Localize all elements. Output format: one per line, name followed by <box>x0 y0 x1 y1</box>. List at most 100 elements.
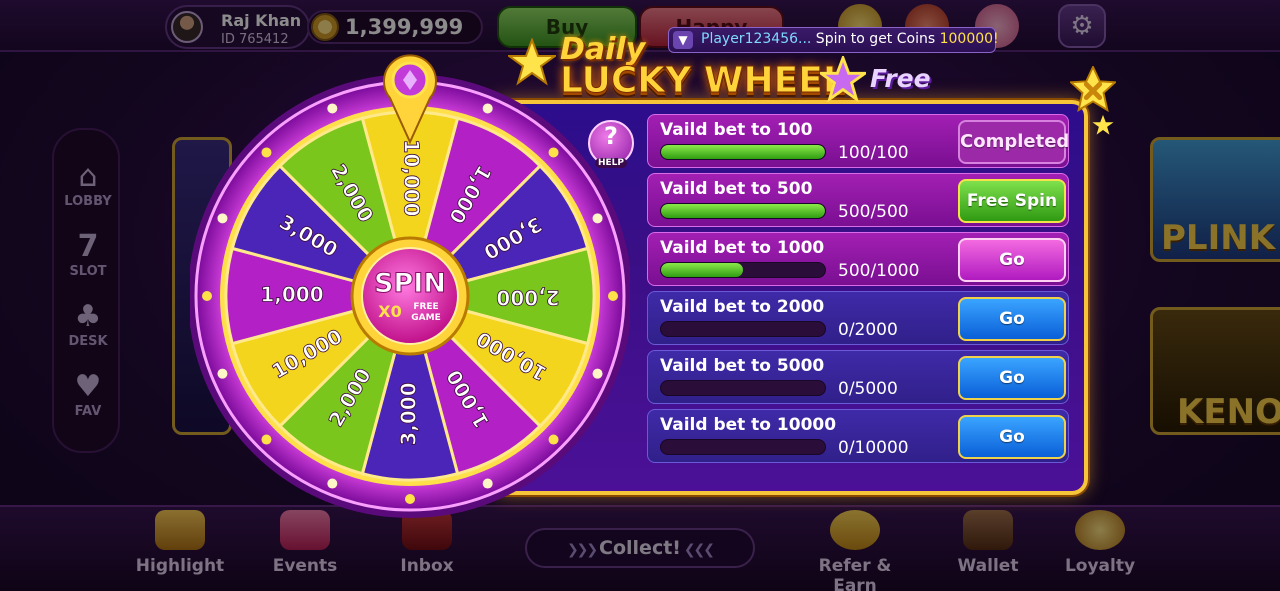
player-profile[interactable]: Raj Khan ID 765412 <box>165 5 310 49</box>
task-label: Vaild bet to 10000 <box>660 415 837 435</box>
bottom-nav-refer[interactable]: Refer & Earn <box>800 510 910 591</box>
sidenav-item-fav[interactable]: ♥ FAV <box>54 369 122 420</box>
task-row: Vaild bet to 2000 0/2000 Go <box>647 291 1069 345</box>
task-label: Vaild bet to 100 <box>660 120 813 140</box>
chevrons-left-icon: ❮❮❮ <box>680 542 715 558</box>
bottom-nav-label: Loyalty <box>1064 556 1136 576</box>
task-label: Vaild bet to 2000 <box>660 297 825 317</box>
wallet-icon <box>963 510 1013 550</box>
task-action-button[interactable]: Free Spin <box>958 179 1066 223</box>
task-action-button[interactable]: Go <box>958 297 1066 341</box>
notification-player: Player123456... <box>701 31 812 47</box>
notification-text: Player123456... Spin to get Coins 100000… <box>701 31 999 47</box>
sidenav-label: DESK <box>68 334 108 349</box>
wheel-segment-value: 3,000 <box>397 382 421 445</box>
collect-label: Collect! <box>599 537 681 559</box>
collect-button[interactable]: ❯❯❯ Collect! ❮❮❮ <box>525 528 755 568</box>
task-progress-text: 0/5000 <box>838 379 898 399</box>
title-free: Free <box>870 64 931 93</box>
wheel-bulb <box>405 494 415 504</box>
bottom-nav-label: Highlight <box>135 556 225 576</box>
sidenav-label: LOBBY <box>64 194 112 209</box>
house-icon: ⌂ <box>78 159 98 194</box>
task-row: Vaild bet to 100 100/100 Completed <box>647 114 1069 168</box>
coin-icon <box>311 13 339 41</box>
sidenav-item-slot[interactable]: 7 SLOT <box>54 229 122 280</box>
lucky-wheel[interactable]: 10,000 1,0003,0002,00010,0001,0003,0002,0… <box>190 50 630 520</box>
task-action-button[interactable]: Completed <box>958 120 1069 164</box>
heart-icon: ♥ <box>74 369 102 404</box>
game-tile-plinko[interactable]: PLINK <box>1150 137 1280 262</box>
cards-icon: ♣ <box>74 299 102 334</box>
wheel-bulb <box>548 434 559 445</box>
task-progress-text: 500/1000 <box>838 261 920 281</box>
sidenav-label: SLOT <box>69 264 107 279</box>
wheel-segment-value: 2,000 <box>496 286 559 310</box>
gear-icon: ⚙ <box>1070 11 1094 41</box>
task-progress-text: 100/100 <box>838 143 909 163</box>
task-progress-bar <box>660 321 826 337</box>
wheel-bulb <box>482 103 493 114</box>
wheel-segment-value: 10,000 <box>400 139 424 216</box>
coin-balance-value: 1,399,999 <box>345 15 464 39</box>
task-action-button[interactable]: Go <box>958 238 1066 282</box>
wheel-bulb <box>327 478 338 489</box>
task-label: Vaild bet to 5000 <box>660 356 825 376</box>
star-icon <box>820 56 866 102</box>
wheel-bulb <box>548 147 559 158</box>
wheel-bulb <box>608 291 618 301</box>
task-row: Vaild bet to 5000 0/5000 Go <box>647 350 1069 404</box>
wheel-segment-value: 1,000 <box>260 283 323 307</box>
win-notification: ▼ Player123456... Spin to get Coins 1000… <box>668 27 999 53</box>
task-label: Vaild bet to 500 <box>660 179 813 199</box>
wheel-bulb <box>202 291 212 301</box>
bottom-nav-label: Events <box>272 556 338 576</box>
task-row: Vaild bet to 500 500/500 Free Spin <box>647 173 1069 227</box>
close-button[interactable] <box>1070 66 1116 112</box>
wheel-bulb <box>327 103 338 114</box>
wheel-bulb <box>482 478 493 489</box>
task-progress-text: 500/500 <box>838 202 909 222</box>
task-row: Vaild bet to 1000 500/1000 Go <box>647 232 1069 286</box>
chevrons-right-icon: ❯❯❯ <box>566 542 600 558</box>
settings-button[interactable]: ⚙ <box>1058 4 1106 48</box>
sidenav-label: FAV <box>74 404 102 419</box>
sparkle-star-icon <box>1092 114 1114 135</box>
tile-label: KENO <box>1177 392 1280 432</box>
wheel-bulb <box>592 213 603 224</box>
chevron-down-icon[interactable]: ▼ <box>673 31 693 49</box>
task-progress-bar <box>660 144 826 160</box>
task-progress-text: 0/10000 <box>838 438 909 458</box>
bottom-nav-wallet[interactable]: Wallet <box>933 510 1043 576</box>
game-tile-keno[interactable]: KENO <box>1150 307 1280 435</box>
tile-label: PLINK <box>1161 218 1276 258</box>
task-progress-bar <box>660 262 826 278</box>
task-progress-bar <box>660 439 826 455</box>
avatar[interactable] <box>171 11 203 43</box>
spin-label: SPIN <box>374 268 446 299</box>
task-progress-fill <box>661 204 825 218</box>
sidenav-item-lobby[interactable]: ⌂ LOBBY <box>54 159 122 210</box>
bottom-nav-label: Wallet <box>957 556 1019 576</box>
crown-badge-icon <box>1075 510 1125 550</box>
notification-amount: 100000! <box>939 31 999 47</box>
player-name: Raj Khan <box>221 11 302 30</box>
task-action-button[interactable]: Go <box>958 356 1066 400</box>
bottom-nav-loyalty[interactable]: Loyalty <box>1045 510 1155 576</box>
wheel-bulb <box>217 368 228 379</box>
side-navigation: ⌂ LOBBY 7 SLOT ♣ DESK ♥ FAV <box>52 128 120 453</box>
wheel-bulb <box>261 147 272 158</box>
task-action-button[interactable]: Go <box>958 415 1066 459</box>
task-progress-fill <box>661 263 743 277</box>
game-label: GAME <box>411 313 440 323</box>
task-progress-fill <box>661 145 825 159</box>
task-progress-bar <box>660 203 826 219</box>
task-progress-bar <box>660 380 826 396</box>
task-row: Vaild bet to 10000 0/10000 Go <box>647 409 1069 463</box>
multiplier-label: X0 <box>378 302 401 321</box>
task-progress-text: 0/2000 <box>838 320 898 340</box>
bottom-nav-label: Refer & Earn <box>818 556 892 591</box>
seven-icon: 7 <box>77 229 99 264</box>
sidenav-item-desk[interactable]: ♣ DESK <box>54 299 122 350</box>
coin-bag-icon <box>830 510 880 550</box>
